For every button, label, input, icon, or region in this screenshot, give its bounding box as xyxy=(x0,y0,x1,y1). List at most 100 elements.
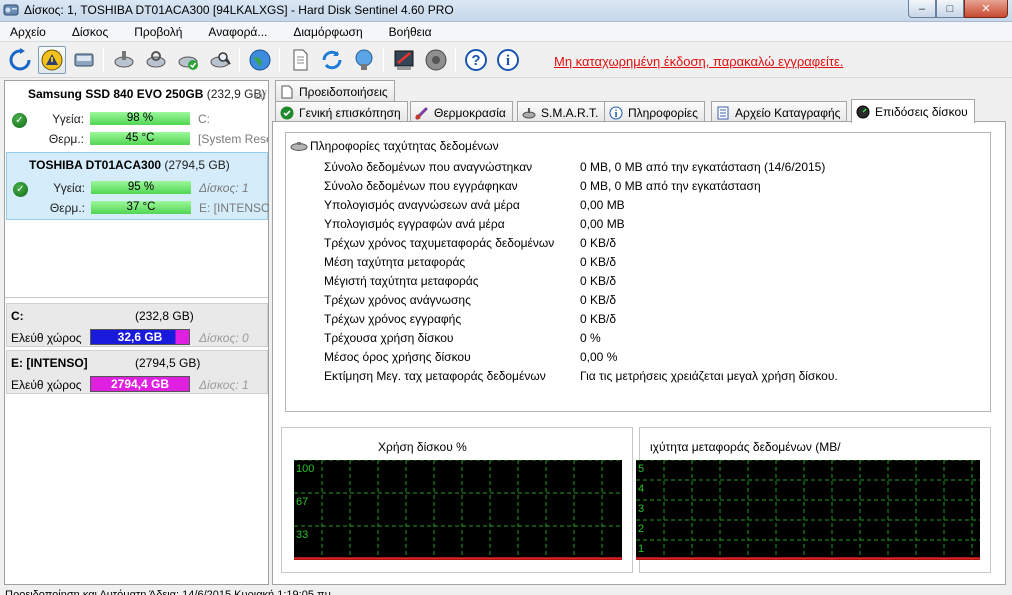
configuration-button[interactable] xyxy=(390,46,418,74)
toolbar-separator xyxy=(455,48,456,72)
document-icon xyxy=(280,85,294,99)
health-label: Υγεία: xyxy=(53,181,85,195)
report-button[interactable] xyxy=(286,46,314,74)
speed-info-label: Σύνολο δεδομένων που αναγνώστηκαν xyxy=(324,160,533,174)
help-button[interactable]: ? xyxy=(462,46,490,74)
temperature-label: Θερμ.: xyxy=(48,132,84,146)
health-ok-icon: ✓ xyxy=(12,113,27,128)
drive-letter: C: xyxy=(198,112,210,126)
partition-capacity: (2794,5 GB) xyxy=(135,356,201,370)
gauge-icon xyxy=(856,105,870,119)
speed-info-value: 0 KB/δ xyxy=(580,274,617,288)
tab-log[interactable]: Αρχείο Καταγραφής xyxy=(711,101,848,123)
transfer-rate-graph-box: ιχύτητα μεταφοράς δεδομένων (MB/ 5 4 3 2 1 xyxy=(636,427,991,573)
tab-smart[interactable]: S.M.A.R.T. xyxy=(517,101,606,123)
sync-icon xyxy=(322,50,342,70)
axis-tick-label: 100 xyxy=(296,463,314,475)
refresh-button[interactable] xyxy=(6,46,34,74)
tab-label: S.M.A.R.T. xyxy=(541,105,599,120)
sound-button[interactable] xyxy=(422,46,450,74)
axis-tick-label: 2 xyxy=(638,523,644,535)
partition-name: C: xyxy=(11,309,24,323)
health-ok-icon: ✓ xyxy=(13,182,28,197)
performance-panel: Πληροφορίες ταχύτητας δεδομένων Σύνολο δ… xyxy=(272,121,1006,585)
toolbar: ? i Μη καταχωρημένη έκδοση, παρακαλώ εγγ… xyxy=(0,42,1012,78)
tab-temperature[interactable]: Θερμοκρασία xyxy=(410,101,513,123)
speed-info-label: Τρέχων χρόνος ανάγνωσης xyxy=(324,293,471,307)
menu-report[interactable]: Αναφορά... xyxy=(202,25,273,39)
menu-help[interactable]: Βοήθεια xyxy=(383,25,438,39)
refresh-icon xyxy=(9,48,31,71)
speed-info-value: 0 KB/δ xyxy=(580,255,617,269)
tab-alerts[interactable]: Προειδοποιήσεις xyxy=(275,80,395,102)
disk-usage-graph: 100 67 33 xyxy=(294,460,622,560)
speed-info-label: Τρέχων χρόνος εγγραφής xyxy=(324,312,462,326)
temperature-bar: 45 °C xyxy=(90,132,190,145)
partition-name: E: [INTENSO] xyxy=(11,356,88,370)
tab-overview[interactable]: Γενική επισκόπηση xyxy=(275,101,408,123)
disk-tools-icon xyxy=(114,51,134,68)
temperature-bar: 37 °C xyxy=(91,201,191,214)
tab-label: Επιδόσεις δίσκου xyxy=(875,104,968,119)
speed-info-value: 0 KB/δ xyxy=(580,293,617,307)
about-button[interactable]: i xyxy=(494,46,522,74)
speed-info-title: Πληροφορίες ταχύτητας δεδομένων xyxy=(310,139,499,153)
disk-entry-toshiba[interactable]: TOSHIBA DT01ACA300 (2794,5 GB) ✓ Υγεία: … xyxy=(6,152,269,220)
minimize-button[interactable]: ‒ xyxy=(908,0,936,18)
tab-label: Αρχείο Καταγραφής xyxy=(735,105,841,120)
status-bar: Προειδοποίηση και Αυτόματη Άδεια: 14/6/2… xyxy=(0,586,1012,595)
volume-label: E: [INTENSO] xyxy=(199,201,269,215)
disk-usage-graph-title: Χρήση δίσκου % xyxy=(378,440,467,454)
speed-info-value: 0 KB/δ xyxy=(580,312,617,326)
partition-disk-number: Δίσκος: 1 xyxy=(199,378,249,392)
volume-label: [System Rese xyxy=(198,132,268,146)
speed-info-label: Υπολογισμός αναγνώσεων ανά μέρα xyxy=(324,198,520,212)
disk-name: Samsung SSD 840 EVO 250GB (232,9 GB) xyxy=(28,87,266,101)
axis-tick-label: 33 xyxy=(296,529,308,541)
sync-button[interactable] xyxy=(318,46,346,74)
toolbar-separator xyxy=(383,48,384,72)
maximize-button[interactable]: □ xyxy=(936,0,964,18)
menu-file[interactable]: Αρχείο xyxy=(4,25,52,39)
disk-search-button[interactable] xyxy=(206,46,234,74)
speed-info-label: Μέγιστή ταχύτητα μεταφοράς xyxy=(324,274,479,288)
toolbar-separator xyxy=(279,48,280,72)
disk-test-button[interactable] xyxy=(142,46,170,74)
info-icon: i xyxy=(609,106,623,120)
menu-configuration[interactable]: Διαμόρφωση xyxy=(287,25,368,39)
disk-entry-samsung[interactable]: Samsung SSD 840 EVO 250GB (232,9 GB) Δί … xyxy=(6,82,268,150)
health-label: Υγεία: xyxy=(52,112,84,126)
surface-test-button[interactable] xyxy=(110,46,138,74)
svg-text:i: i xyxy=(615,109,618,120)
speed-info-value: 0 % xyxy=(580,331,601,345)
hard-disk-app-icon xyxy=(3,4,19,16)
svg-text:i: i xyxy=(506,53,510,69)
tab-information[interactable]: i Πληροφορίες xyxy=(604,101,705,123)
menu-view[interactable]: Προβολή xyxy=(128,25,188,39)
toolbar-separator xyxy=(103,48,104,72)
transfer-rate-graph-title: ιχύτητα μεταφοράς δεδομένων (MB/ xyxy=(650,440,841,454)
speed-info-value: Για τις μετρήσεις χρειάζεται μεγαλ χρήση… xyxy=(580,369,838,383)
alerts-button[interactable] xyxy=(38,46,66,74)
partition-e[interactable]: E: [INTENSO] (2794,5 GB) Ελεύθ χώρος 279… xyxy=(6,350,268,394)
disk-ok-button[interactable] xyxy=(174,46,202,74)
speed-info-value: 0,00 MB xyxy=(580,198,625,212)
disk-check-icon xyxy=(178,56,198,70)
network-button[interactable] xyxy=(350,46,378,74)
unregistered-link[interactable]: Μη καταχωρημένη έκδοση, παρακαλώ εγγραφε… xyxy=(554,54,843,69)
disk-list-pane: Samsung SSD 840 EVO 250GB (232,9 GB) Δί … xyxy=(4,80,269,585)
web-update-button[interactable] xyxy=(246,46,274,74)
free-space-label: Ελεύθ χώρος xyxy=(11,331,82,345)
tab-performance[interactable]: Επιδόσεις δίσκου xyxy=(851,99,975,123)
partition-c[interactable]: C: (232,8 GB) Ελεύθ χώρος 32,6 GB Δίσκος… xyxy=(6,303,268,347)
svg-text:?: ? xyxy=(471,52,480,69)
menu-disk[interactable]: Δίσκος xyxy=(66,25,114,39)
close-button[interactable]: ✕ xyxy=(964,0,1008,18)
pane-divider xyxy=(5,297,268,298)
free-space-bar: 32,6 GB xyxy=(90,329,190,345)
warning-icon xyxy=(41,49,63,71)
speed-info-value: 0 KB/δ xyxy=(580,236,617,250)
disk-button[interactable] xyxy=(70,46,98,74)
axis-tick-label: 67 xyxy=(296,496,308,508)
axis-tick-label: 5 xyxy=(638,463,644,475)
